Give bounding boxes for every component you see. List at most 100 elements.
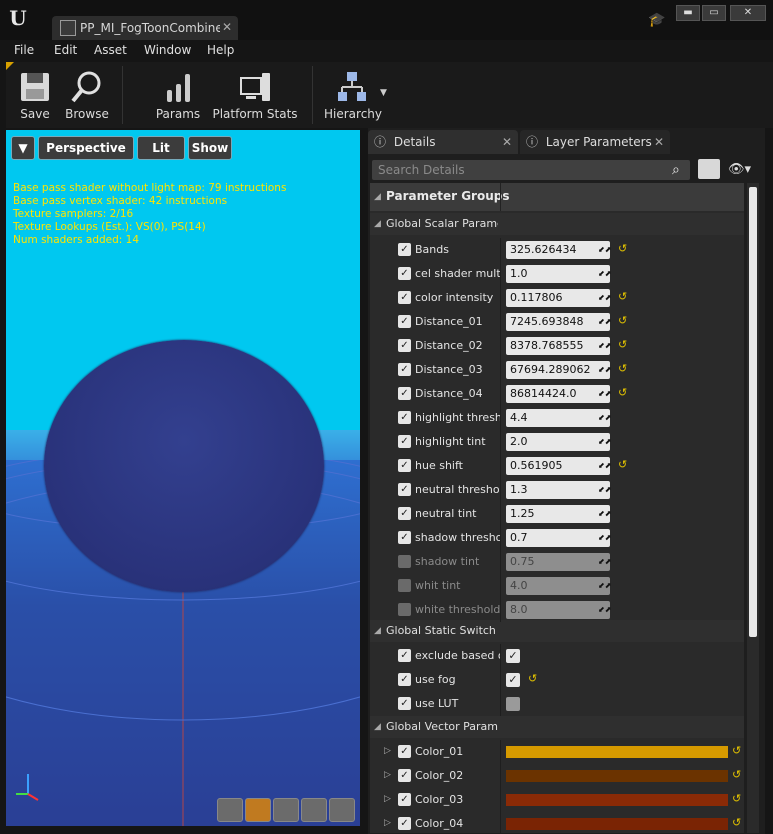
param-value-input[interactable]: 8378.768555 ⬋⬈: [506, 337, 611, 355]
sphere-preview-icon[interactable]: [245, 798, 271, 822]
close-tab-icon[interactable]: ✕: [654, 130, 664, 154]
param-value-input[interactable]: 0.75 ⬋⬈: [506, 553, 611, 571]
menu-edit[interactable]: Edit: [54, 43, 77, 57]
list-view-icon[interactable]: [698, 159, 720, 179]
override-checkbox[interactable]: ✓: [398, 649, 411, 662]
menu-asset[interactable]: Asset: [94, 43, 127, 57]
hierarchy-button[interactable]: Hierarchy: [324, 64, 382, 126]
group-scalar-parameters[interactable]: ◢ Global Scalar Paramet: [370, 213, 744, 235]
override-checkbox[interactable]: ✓: [398, 387, 411, 400]
viewport[interactable]: ▼ Perspective Lit Show Base pass shader …: [6, 130, 360, 826]
override-checkbox[interactable]: ✓: [398, 745, 411, 758]
lit-button[interactable]: Lit: [137, 136, 185, 160]
eye-icon[interactable]: 👁▾: [728, 162, 751, 177]
cylinder-preview-icon[interactable]: [217, 798, 243, 822]
plane-preview-icon[interactable]: [273, 798, 299, 822]
param-value-input[interactable]: 1.3 ⬋⬈: [506, 481, 611, 499]
color-swatch[interactable]: [506, 746, 728, 758]
params-button[interactable]: Params: [152, 64, 204, 126]
param-value-input[interactable]: 1.0 ⬋⬈: [506, 265, 611, 283]
override-checkbox[interactable]: ✓: [398, 459, 411, 472]
maximize-button[interactable]: ▭: [702, 5, 726, 21]
tab-details[interactable]: ⓘ Details ✕: [368, 130, 518, 154]
override-checkbox[interactable]: ✓: [398, 507, 411, 520]
param-value-input[interactable]: 0.7 ⬋⬈: [506, 529, 611, 547]
param-value-input[interactable]: 4.4 ⬋⬈: [506, 409, 611, 427]
override-checkbox[interactable]: [398, 579, 411, 592]
override-checkbox[interactable]: ✓: [398, 411, 411, 424]
color-swatch[interactable]: [506, 794, 728, 806]
cube-preview-icon[interactable]: [301, 798, 327, 822]
save-button[interactable]: Save: [10, 64, 60, 126]
override-checkbox[interactable]: [398, 603, 411, 616]
color-swatch[interactable]: [506, 770, 728, 782]
expand-arrow-icon[interactable]: ▷: [384, 794, 391, 804]
param-value-input[interactable]: 7245.693848 ⬋⬈: [506, 313, 611, 331]
minimize-button[interactable]: ▬: [676, 5, 700, 21]
override-checkbox[interactable]: ✓: [398, 267, 411, 280]
reset-to-default-icon[interactable]: ↺: [528, 672, 537, 685]
group-static-switch-parameters[interactable]: ◢ Global Static Switch P: [370, 620, 744, 642]
switch-value-checkbox[interactable]: ✓: [506, 649, 520, 663]
reset-to-default-icon[interactable]: ↺: [732, 744, 741, 757]
reset-to-default-icon[interactable]: ↺: [618, 314, 627, 327]
expand-arrow-icon[interactable]: ▷: [384, 746, 391, 756]
reset-to-default-icon[interactable]: ↺: [732, 792, 741, 805]
override-checkbox[interactable]: ✓: [398, 363, 411, 376]
override-checkbox[interactable]: ✓: [398, 435, 411, 448]
override-checkbox[interactable]: ✓: [398, 483, 411, 496]
param-value-input[interactable]: 4.0 ⬋⬈: [506, 577, 611, 595]
override-checkbox[interactable]: ✓: [398, 697, 411, 710]
close-tab-icon[interactable]: ✕: [222, 20, 232, 34]
override-checkbox[interactable]: ✓: [398, 817, 411, 830]
perspective-button[interactable]: Perspective: [38, 136, 134, 160]
reset-to-default-icon[interactable]: ↺: [618, 458, 627, 471]
expand-arrow-icon[interactable]: ▷: [384, 770, 391, 780]
override-checkbox[interactable]: ✓: [398, 291, 411, 304]
override-checkbox[interactable]: ✓: [398, 243, 411, 256]
override-checkbox[interactable]: ✓: [398, 673, 411, 686]
reset-to-default-icon[interactable]: ↺: [732, 816, 741, 829]
override-checkbox[interactable]: ✓: [398, 793, 411, 806]
close-tab-icon[interactable]: ✕: [502, 130, 512, 154]
reset-to-default-icon[interactable]: ↺: [618, 386, 627, 399]
override-checkbox[interactable]: ✓: [398, 769, 411, 782]
reset-to-default-icon[interactable]: ↺: [618, 362, 627, 375]
override-checkbox[interactable]: ✓: [398, 315, 411, 328]
override-checkbox[interactable]: ✓: [398, 339, 411, 352]
param-value-input[interactable]: 325.626434 ⬋⬈: [506, 241, 611, 259]
close-window-button[interactable]: ✕: [730, 5, 766, 21]
menu-help[interactable]: Help: [207, 43, 234, 57]
reset-to-default-icon[interactable]: ↺: [732, 768, 741, 781]
menu-file[interactable]: File: [14, 43, 34, 57]
switch-value-checkbox[interactable]: [506, 697, 520, 711]
scrollbar-thumb[interactable]: [749, 187, 757, 637]
chevron-down-icon[interactable]: ◢: [374, 192, 381, 202]
group-vector-parameters[interactable]: ◢ Global Vector Paramet: [370, 716, 744, 738]
reset-to-default-icon[interactable]: ↺: [618, 242, 627, 255]
menu-window[interactable]: Window: [144, 43, 191, 57]
search-input[interactable]: Search Details ⌕: [372, 160, 690, 180]
reset-to-default-icon[interactable]: ↺: [618, 338, 627, 351]
param-value-input[interactable]: 0.117806 ⬋⬈: [506, 289, 611, 307]
mesh-preview-icon[interactable]: [329, 798, 355, 822]
override-checkbox[interactable]: [398, 555, 411, 568]
tab-layer-parameters[interactable]: ⓘ Layer Parameters ✕: [520, 130, 670, 154]
hierarchy-dropdown-icon[interactable]: ▼: [380, 88, 387, 98]
param-value-input[interactable]: 67694.289062 ⬋⬈: [506, 361, 611, 379]
param-value-input[interactable]: 2.0 ⬋⬈: [506, 433, 611, 451]
color-swatch[interactable]: [506, 818, 728, 830]
show-button[interactable]: Show: [188, 136, 232, 160]
reset-to-default-icon[interactable]: ↺: [618, 290, 627, 303]
param-value-input[interactable]: 86814424.0 ⬋⬈: [506, 385, 611, 403]
details-scrollbar[interactable]: [747, 183, 759, 833]
param-value-input[interactable]: 0.561905 ⬋⬈: [506, 457, 611, 475]
switch-value-checkbox[interactable]: ✓: [506, 673, 520, 687]
override-checkbox[interactable]: ✓: [398, 531, 411, 544]
document-tab[interactable]: PP_MI_FogToonCombine* ✕: [52, 16, 238, 40]
graduation-cap-icon[interactable]: 🎓: [648, 12, 665, 28]
viewport-options-button[interactable]: ▼: [11, 136, 35, 160]
browse-button[interactable]: Browse: [62, 64, 112, 126]
platform-stats-button[interactable]: Platform Stats: [212, 64, 298, 126]
param-value-input[interactable]: 1.25 ⬋⬈: [506, 505, 611, 523]
